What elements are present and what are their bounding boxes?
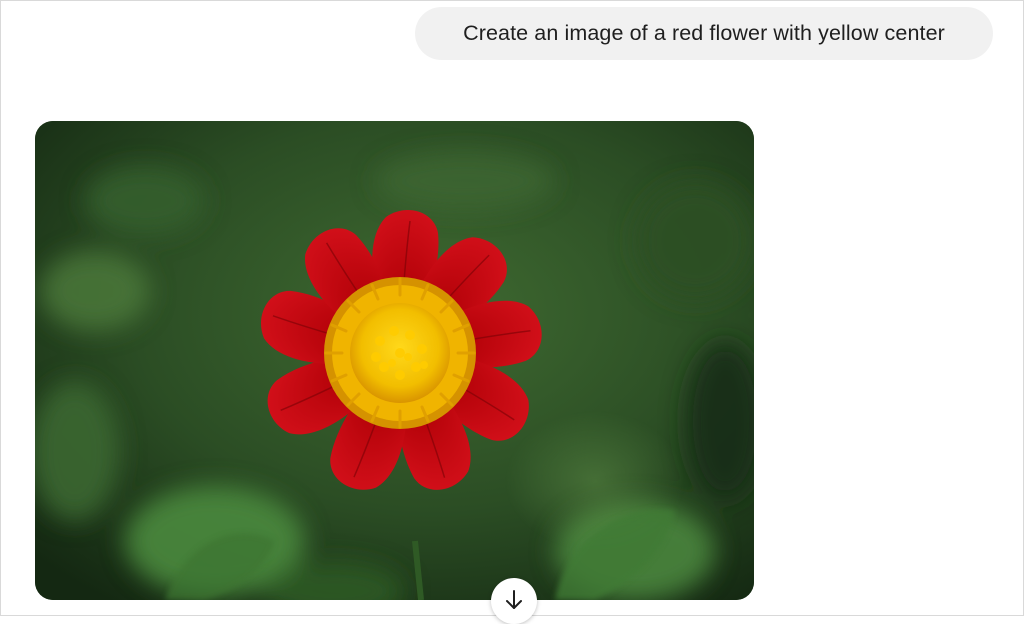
generated-image[interactable]	[35, 121, 754, 600]
user-message-text: Create an image of a red flower with yel…	[463, 21, 945, 45]
flower-image-illustration	[35, 121, 754, 600]
flower-center	[324, 277, 476, 429]
arrow-down-icon	[503, 589, 525, 616]
chat-window: Create an image of a red flower with yel…	[0, 0, 1024, 624]
user-message-bubble: Create an image of a red flower with yel…	[415, 7, 993, 60]
download-button[interactable]	[491, 578, 537, 624]
